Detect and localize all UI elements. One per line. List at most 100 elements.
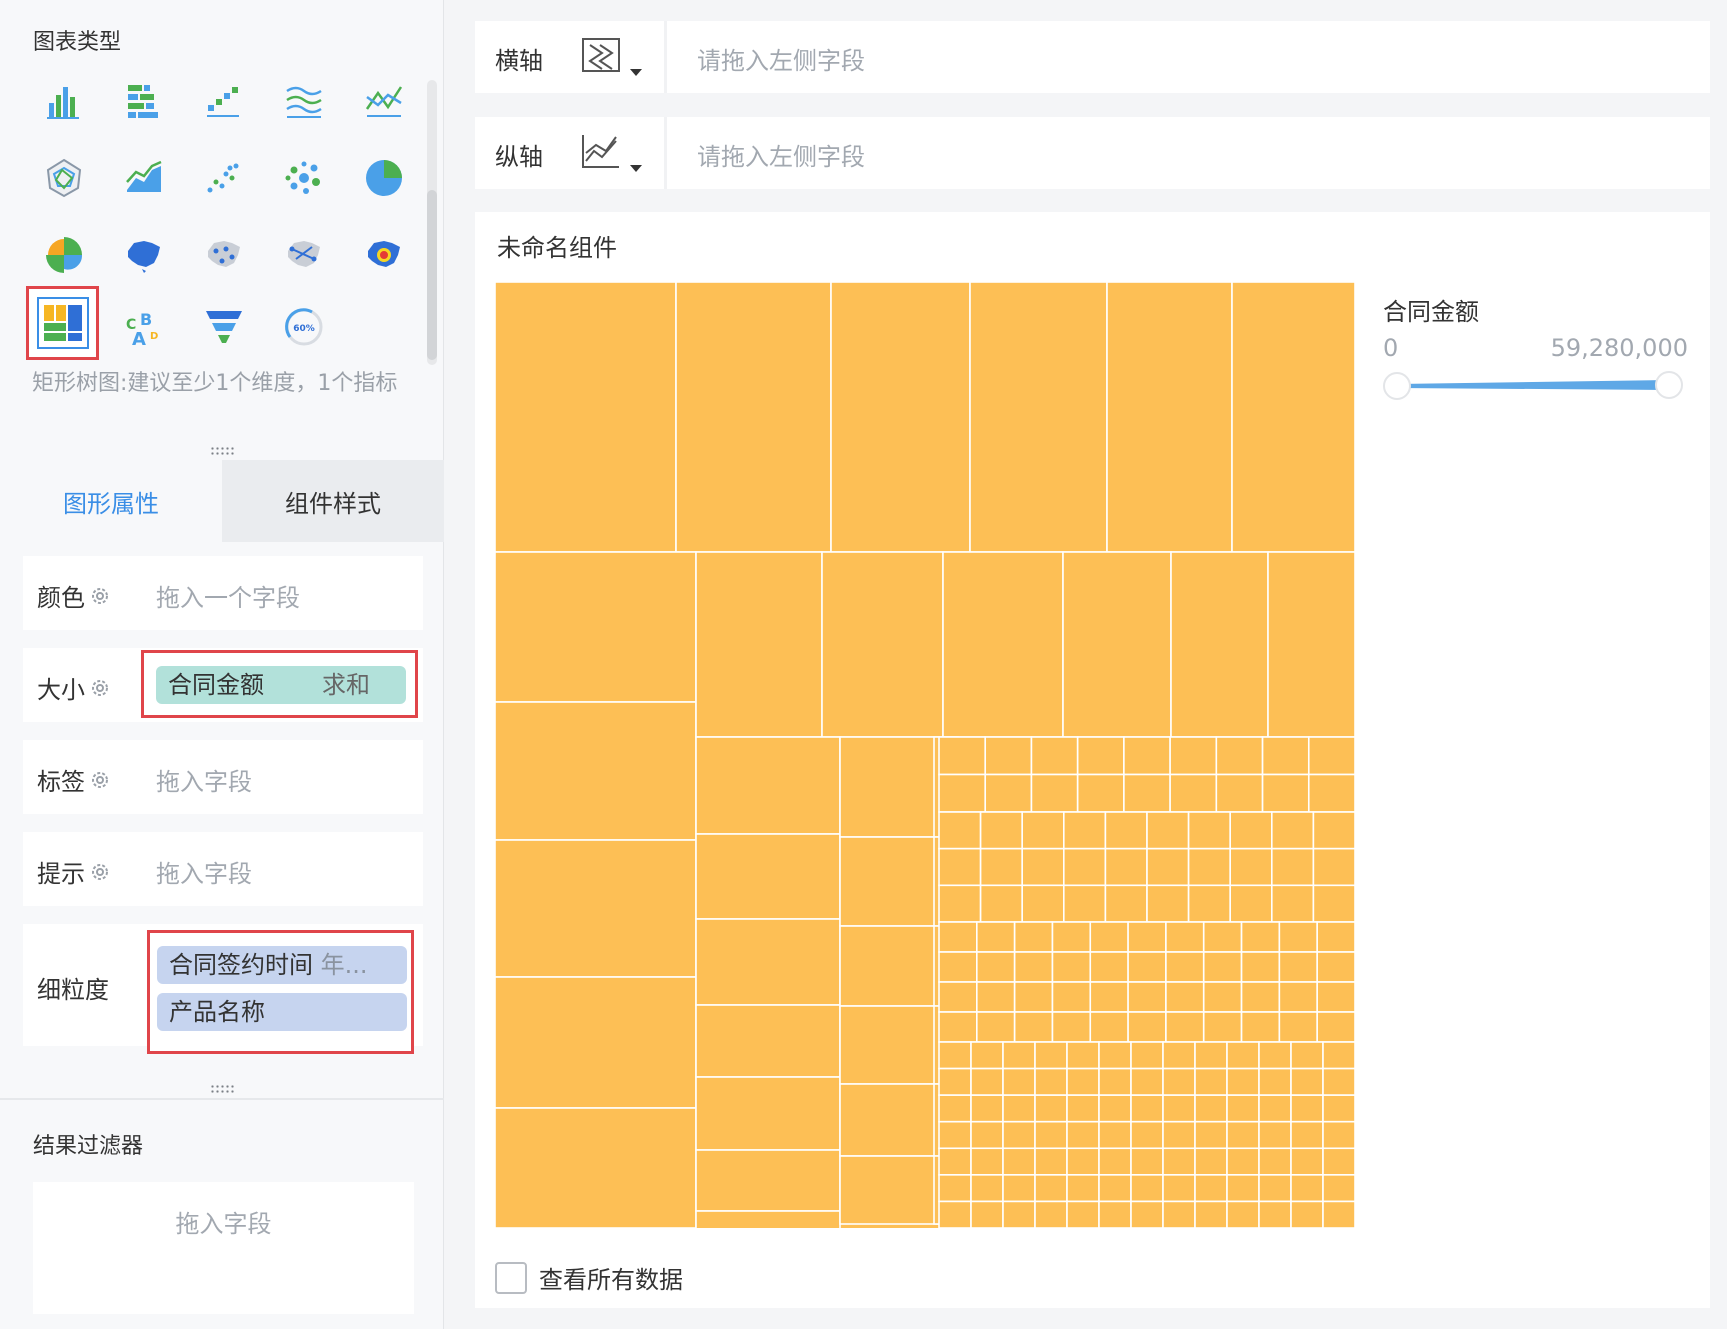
treemap-tile[interactable] [1187,847,1231,887]
size-field-pill[interactable]: 合同金额 求和 [156,666,406,704]
treemap-tile[interactable] [1162,1041,1196,1070]
legend-slider-min-handle[interactable] [1383,372,1411,400]
color-property[interactable]: 颜色 拖入一个字段 [23,556,423,630]
treemap-tile[interactable] [1240,951,1281,983]
treemap-tile[interactable] [1240,1011,1281,1043]
treemap-tile[interactable] [969,282,1108,553]
label-property[interactable]: 标签 拖入字段 [23,740,423,814]
treemap-tile[interactable] [1130,1200,1164,1228]
treemap-tile[interactable] [938,981,978,1013]
gear-icon[interactable] [89,585,111,607]
treemap-tile[interactable] [1290,1067,1324,1096]
treemap-tile[interactable] [1051,981,1092,1013]
treemap-tile[interactable] [1098,1174,1132,1203]
treemap-tile[interactable] [1290,1174,1324,1203]
treemap-tile[interactable] [984,736,1033,776]
treemap-tile[interactable] [1307,773,1355,813]
treemap-tile[interactable] [1322,1200,1355,1228]
treemap-tile[interactable] [1229,811,1273,850]
treemap-tile[interactable] [970,1174,1004,1203]
treemap-tile[interactable] [1231,282,1355,553]
treemap-tile[interactable] [1261,736,1310,776]
treemap-tile[interactable] [1002,1041,1036,1070]
treemap-tile[interactable] [1030,773,1079,813]
treemap-tile[interactable] [1165,981,1205,1013]
treemap-tile[interactable] [839,736,940,838]
treemap-tile[interactable] [1146,847,1190,887]
treemap-tile[interactable] [839,1005,940,1085]
treemap-tile[interactable] [1013,951,1054,983]
treemap-tile[interactable] [839,836,940,927]
treemap-tile[interactable] [938,1011,978,1043]
treemap-tile[interactable] [984,773,1033,813]
treemap-tile[interactable] [495,282,677,553]
treemap-tile[interactable] [1226,1094,1260,1123]
treemap-tile[interactable] [1130,1120,1164,1150]
treemap-tile[interactable] [1002,1094,1036,1123]
treemap-tile[interactable] [1034,1041,1068,1070]
treemap-tile[interactable] [1162,1067,1196,1096]
treemap-tile[interactable] [1278,981,1318,1013]
treemap-tile[interactable] [938,1094,972,1123]
treemap-tile[interactable] [938,1200,972,1228]
radar-chart-icon[interactable] [33,147,95,209]
treemap-tile[interactable] [1261,773,1310,813]
widget-title[interactable]: 未命名组件 [497,228,617,263]
treemap-tile[interactable] [1162,1120,1196,1150]
treemap-tile[interactable] [938,921,978,953]
treemap-tile[interactable] [695,833,841,920]
treemap-tile[interactable] [1312,847,1355,887]
color-drop-placeholder[interactable]: 拖入一个字段 [156,578,300,613]
treemap-tile[interactable] [1098,1147,1132,1176]
treemap-tile[interactable] [1226,1120,1260,1150]
treemap-tile[interactable] [1030,736,1079,776]
treemap-tile[interactable] [1229,884,1273,923]
treemap-tile[interactable] [1322,1120,1355,1150]
treemap-tile[interactable] [1127,951,1167,983]
treemap-tile[interactable] [1202,921,1243,953]
treemap-tile[interactable] [1194,1041,1228,1070]
treemap-tile[interactable] [970,1120,1004,1150]
treemap-tile[interactable] [1130,1174,1164,1203]
treemap-tile[interactable] [1034,1147,1068,1176]
treemap-tile[interactable] [1051,951,1092,983]
treemap-tile[interactable] [1226,1174,1260,1203]
funnel-chart-icon[interactable] [193,296,255,358]
treemap-tile[interactable] [976,1011,1016,1043]
bubble-chart-icon[interactable] [273,147,335,209]
treemap-tile[interactable] [1106,282,1233,553]
rose-chart-icon[interactable] [33,224,95,286]
tab-graph-properties[interactable]: 图形属性 [0,460,222,542]
treemap-tile[interactable] [938,847,982,887]
treemap-tile[interactable] [1089,1011,1129,1043]
granularity-field-pill-date[interactable]: 合同签约时间 年... [157,946,407,984]
treemap-tile[interactable] [1202,951,1243,983]
treemap-tile[interactable] [1270,884,1315,923]
treemap-tile[interactable] [695,551,823,738]
treemap-tile[interactable] [1202,1011,1243,1043]
treemap-tile[interactable] [938,1147,972,1176]
treemap-tile[interactable] [1240,921,1281,953]
treemap-tile[interactable] [695,1004,841,1078]
treemap-tile[interactable] [1258,1174,1292,1203]
treemap-tile[interactable] [938,1041,972,1070]
treemap-tile[interactable] [1162,1147,1196,1176]
treemap-tile[interactable] [1127,921,1167,953]
treemap-tile[interactable] [1062,551,1172,738]
chart-type-scrollbar[interactable] [427,80,437,365]
treemap-tile[interactable] [1194,1120,1228,1150]
treemap-tile[interactable] [821,551,944,738]
treemap-tile[interactable] [1162,1094,1196,1123]
treemap-tile[interactable] [1089,921,1129,953]
treemap-chart[interactable] [495,282,1355,1228]
treemap-tile[interactable] [675,282,832,553]
scatter-chart-icon[interactable] [193,147,255,209]
treemap-tile[interactable] [1021,811,1065,850]
treemap-tile[interactable] [1194,1067,1228,1096]
treemap-tile[interactable] [976,951,1016,983]
treemap-tile[interactable] [1226,1041,1260,1070]
treemap-tile[interactable] [1278,921,1318,953]
treemap-tile[interactable] [938,1174,972,1203]
treemap-tile[interactable] [1002,1120,1036,1150]
treemap-tile[interactable] [495,839,697,978]
